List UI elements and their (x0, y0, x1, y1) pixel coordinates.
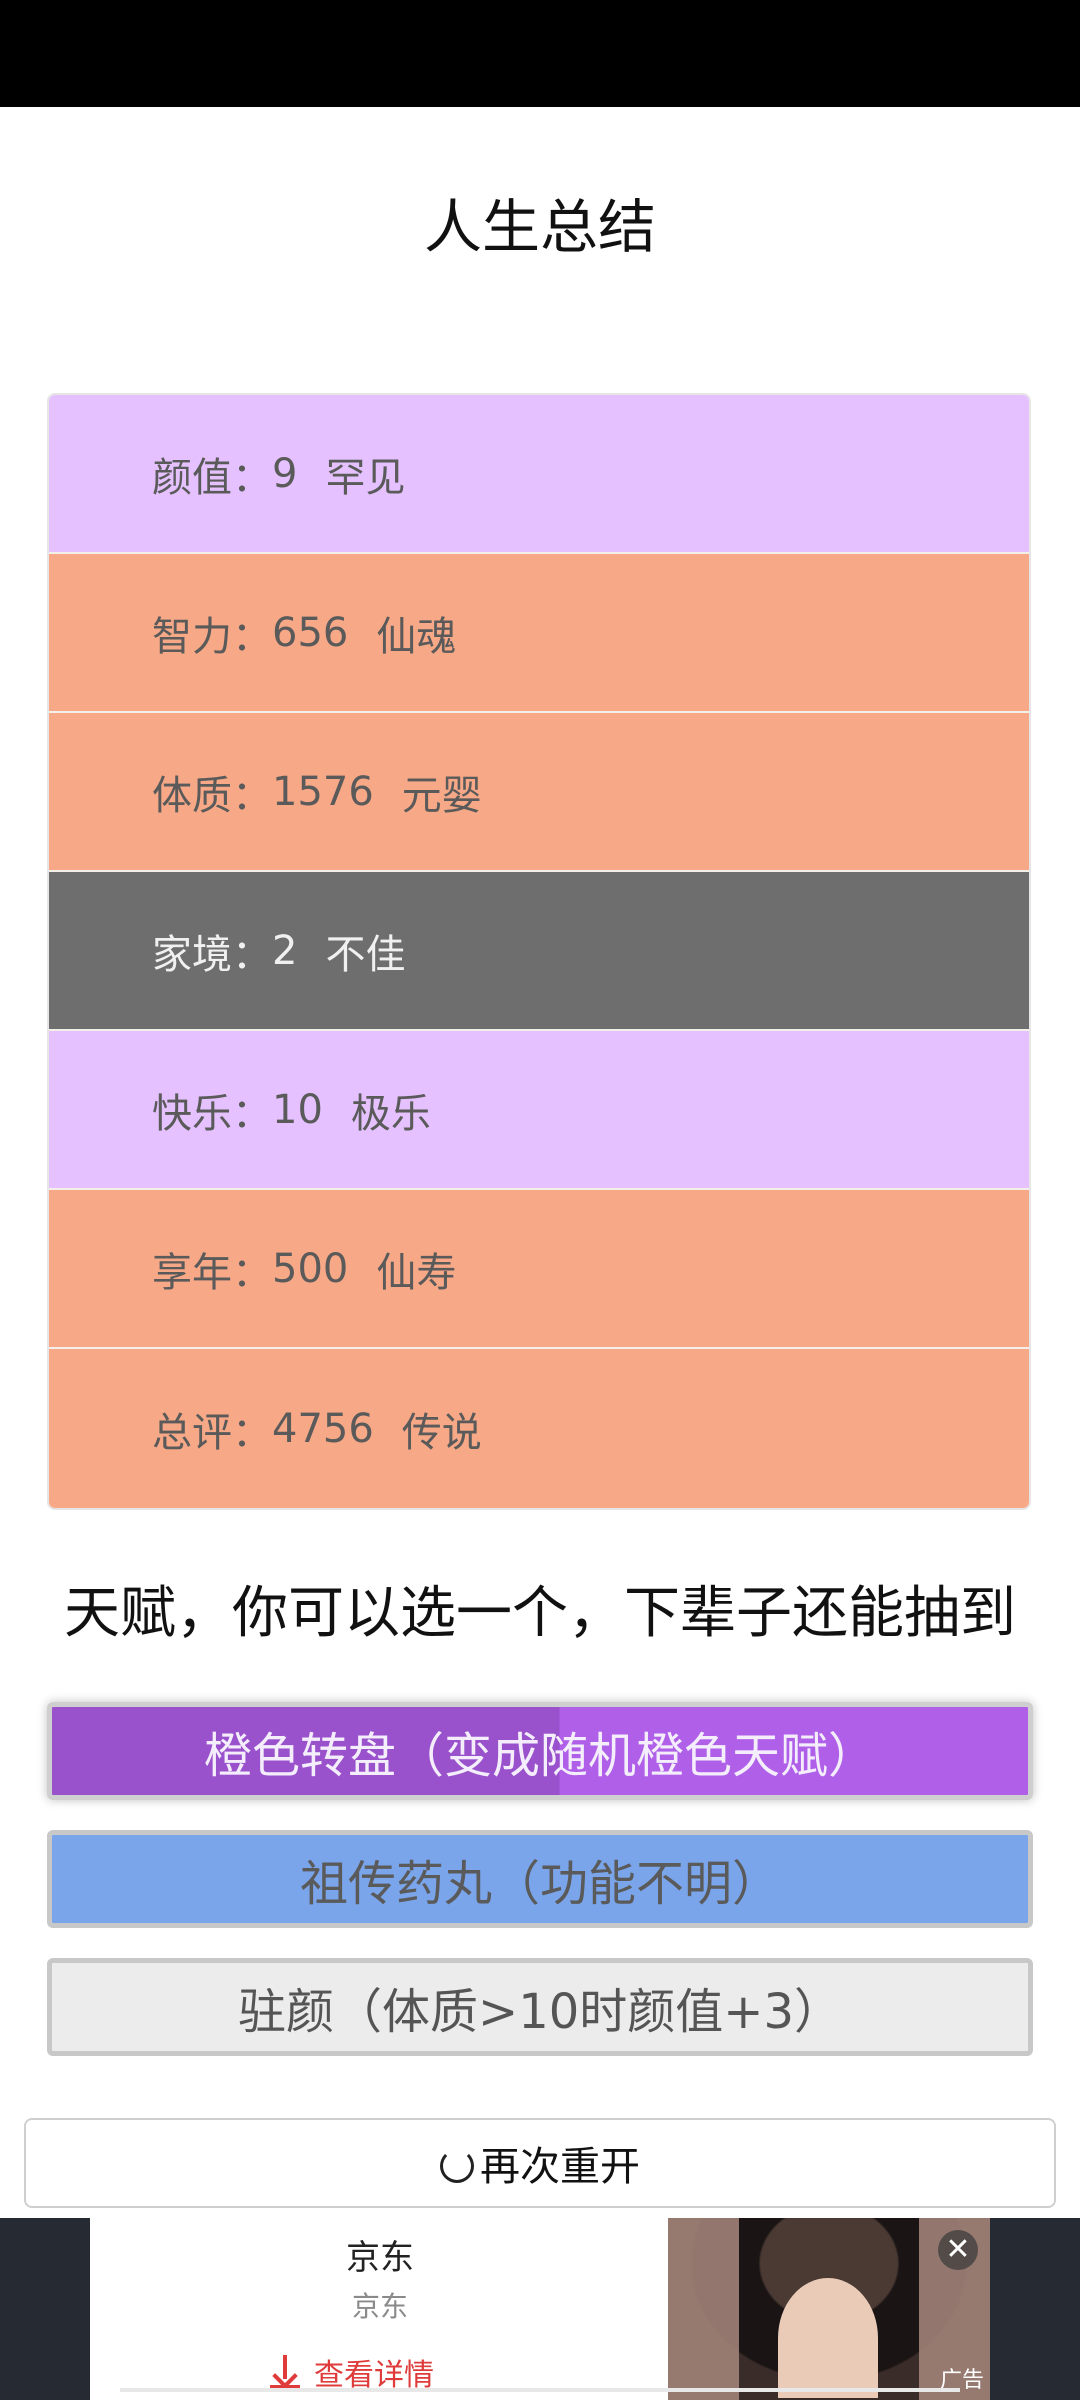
stat-row-constitution: 体质： 1576 元婴 (49, 713, 1029, 872)
stat-value: 4756 (272, 1405, 374, 1452)
stat-grade: 极乐 (350, 1090, 431, 1137)
restart-label: 再次重开 (480, 2144, 640, 2190)
talent-option-orange-wheel[interactable]: 橙色转盘（变成随机橙色天赋） (47, 1702, 1033, 1800)
stat-label: 体质： (152, 772, 272, 819)
talent-option-preserve-youth[interactable]: 驻颜（体质>10时颜值+3） (47, 1958, 1033, 2056)
stat-row-intelligence: 智力： 656 仙魂 (49, 554, 1029, 713)
stat-value: 500 (272, 1245, 349, 1292)
stat-grade: 仙魂 (376, 613, 457, 660)
download-icon (270, 2355, 300, 2389)
stat-value: 2 (272, 927, 298, 974)
page-title: 人生总结 (423, 193, 656, 261)
stat-label: 家境： (152, 931, 272, 978)
stat-row-lifespan: 享年： 500 仙寿 (49, 1190, 1029, 1349)
status-bar (0, 0, 1080, 107)
stat-row-family: 家境： 2 不佳 (49, 872, 1029, 1031)
stat-row-happiness: 快乐： 10 极乐 (49, 1031, 1029, 1190)
stat-grade: 元婴 (401, 772, 482, 819)
stat-grade: 不佳 (325, 931, 406, 978)
stat-value: 10 (272, 1086, 323, 1133)
stat-grade: 传说 (401, 1409, 482, 1456)
stat-label: 快乐： (152, 1090, 272, 1137)
talent-option-ancestral-pill[interactable]: 祖传药丸（功能不明） (47, 1830, 1033, 1928)
ad-subtitle: 京东 (351, 2290, 408, 2323)
close-icon[interactable]: ✕ (938, 2230, 978, 2270)
stat-value: 1576 (272, 768, 374, 815)
refresh-icon (440, 2149, 474, 2183)
restart-button[interactable]: 再次重开 (24, 2118, 1056, 2208)
stat-grade: 仙寿 (376, 1249, 457, 1296)
stat-label: 智力： (152, 613, 272, 660)
stat-grade: 罕见 (325, 454, 406, 501)
talent-heading: 天赋，你可以选一个，下辈子还能抽到 (64, 1581, 1016, 1646)
life-summary-card: 颜值： 9 罕见 智力： 656 仙魂 体质： 1576 元婴 家境： 2 不佳… (47, 393, 1031, 1510)
stat-value: 656 (272, 609, 349, 656)
ad-title: 京东 (346, 2238, 414, 2278)
stat-row-appearance: 颜值： 9 罕见 (49, 395, 1029, 554)
stat-label: 总评： (152, 1409, 272, 1456)
ad-divider (120, 2388, 960, 2392)
stat-row-overall: 总评： 4756 传说 (49, 1349, 1029, 1508)
stat-label: 享年： (152, 1249, 272, 1296)
stat-value: 9 (272, 450, 298, 497)
stat-label: 颜值： (152, 454, 272, 501)
